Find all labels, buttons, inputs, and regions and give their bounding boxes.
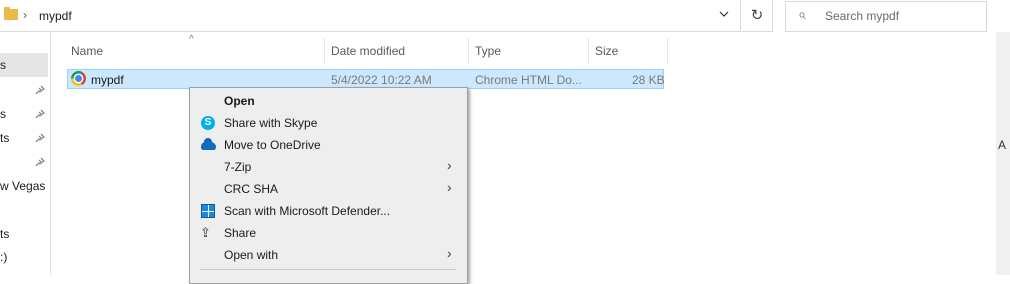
chrome-icon [71, 71, 86, 86]
nav-item-label[interactable]: s [0, 58, 6, 72]
chevron-down-icon[interactable] [718, 8, 730, 23]
onedrive-icon [201, 138, 216, 150]
breadcrumb-separator-icon[interactable]: › [23, 8, 27, 22]
menu-item-move-to-onedrive[interactable]: Move to OneDrive [224, 138, 321, 152]
column-divider[interactable] [588, 38, 589, 64]
pin-icon[interactable] [35, 85, 46, 98]
submenu-arrow-icon: › [447, 245, 452, 261]
menu-separator [200, 269, 456, 270]
submenu-arrow-icon: › [447, 157, 452, 173]
pin-icon[interactable] [35, 133, 46, 146]
pin-icon[interactable] [35, 157, 46, 170]
breadcrumb-item-mypdf[interactable]: mypdf [39, 9, 72, 23]
nav-item-label[interactable]: ts [0, 131, 9, 145]
nav-item-selected-highlight[interactable] [0, 53, 48, 77]
menu-item-crc-sha[interactable]: CRC SHA [224, 182, 278, 196]
sort-ascending-icon: ^ [189, 34, 194, 45]
menu-item-share[interactable]: Share [224, 226, 256, 240]
column-header-type[interactable]: Type [475, 44, 501, 58]
details-pane-edge [996, 32, 1010, 275]
column-divider[interactable] [667, 38, 668, 64]
defender-icon [201, 204, 215, 218]
nav-item-label[interactable]: w Vegas [0, 179, 45, 193]
column-header-date-modified[interactable]: Date modified [331, 44, 405, 58]
menu-item-share-with-skype[interactable]: Share with Skype [224, 116, 317, 130]
pin-icon[interactable] [35, 109, 46, 122]
file-type: Chrome HTML Do... [475, 73, 582, 87]
menu-item-open[interactable]: Open [224, 94, 255, 108]
nav-item-label[interactable]: :) [0, 250, 7, 264]
search-icon: ⌕ [798, 6, 806, 22]
column-header-name[interactable]: Name [71, 44, 103, 58]
details-pane-text: A [998, 138, 1007, 152]
refresh-button[interactable]: ↻ [742, 0, 773, 32]
file-size: 28 KB [632, 73, 665, 87]
address-bar[interactable] [0, 0, 741, 32]
menu-item-open-with[interactable]: Open with [224, 248, 278, 262]
submenu-arrow-icon: › [447, 179, 452, 195]
file-date-modified: 5/4/2022 10:22 AM [331, 73, 432, 87]
nav-item-label[interactable]: ts [0, 227, 9, 241]
share-icon: ⇪ [200, 225, 211, 240]
file-name[interactable]: mypdf [91, 73, 124, 87]
column-divider[interactable] [468, 38, 469, 64]
column-divider[interactable] [324, 38, 325, 64]
skype-icon: S [201, 116, 215, 130]
column-header-size[interactable]: Size [595, 44, 618, 58]
folder-icon [4, 7, 18, 20]
nav-item-label[interactable]: s [0, 107, 6, 121]
search-placeholder: Search mypdf [825, 9, 900, 23]
menu-item-7zip[interactable]: 7-Zip [224, 160, 251, 174]
menu-item-scan-with-defender[interactable]: Scan with Microsoft Defender... [224, 204, 390, 218]
